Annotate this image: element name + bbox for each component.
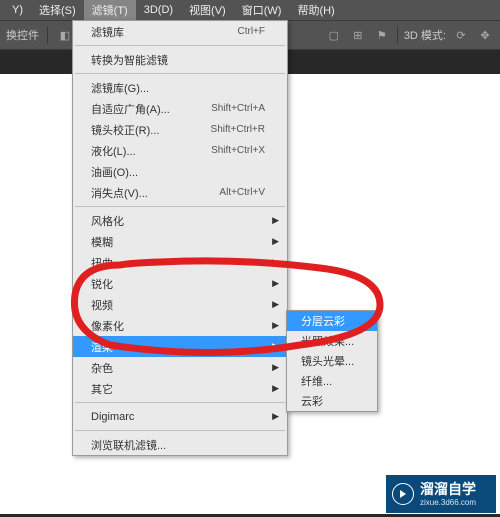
menu-label: 镜头校正(R)... <box>91 122 211 138</box>
menu-noise[interactable]: 杂色 ▶ <box>73 357 287 378</box>
menu-label: 渲染 <box>91 339 265 355</box>
menu-label: 镜头光晕... <box>301 353 367 369</box>
menu-label: 模糊 <box>91 234 265 250</box>
menu-separator <box>75 45 285 46</box>
submenu-lighting-effects[interactable]: 光照效果... <box>287 331 377 351</box>
flag-icon[interactable]: ⚑ <box>373 26 391 44</box>
menu-item-window[interactable]: 窗口(W) <box>234 0 290 20</box>
menu-oil-paint[interactable]: 油画(O)... <box>73 161 287 182</box>
chevron-right-icon: ▶ <box>272 215 279 226</box>
menubar: Y) 选择(S) 滤镜(T) 3D(D) 视图(V) 窗口(W) 帮助(H) <box>0 0 500 20</box>
play-icon <box>392 483 414 505</box>
watermark-url: zixue.3d66.com <box>420 498 476 508</box>
menu-separator <box>75 430 285 431</box>
menu-label: 油画(O)... <box>91 164 265 180</box>
menu-filter-gallery-last[interactable]: 滤镜库 Ctrl+F <box>73 21 287 42</box>
menu-label: 云彩 <box>301 393 367 409</box>
menu-blur[interactable]: 模糊 ▶ <box>73 231 287 252</box>
menu-vanishing-point[interactable]: 消失点(V)... Alt+Ctrl+V <box>73 182 287 203</box>
chevron-right-icon: ▶ <box>272 320 279 331</box>
menu-label: 自适应广角(A)... <box>91 101 211 117</box>
chevron-right-icon: ▶ <box>272 299 279 310</box>
menu-video[interactable]: 视频 ▶ <box>73 294 287 315</box>
render-submenu: 分层云彩 光照效果... 镜头光晕... 纤维... 云彩 <box>286 310 378 412</box>
cube-icon[interactable]: ▢ <box>325 26 343 44</box>
chevron-right-icon: ▶ <box>272 257 279 268</box>
mode-label: 3D 模式: <box>404 27 446 43</box>
menu-separator <box>75 206 285 207</box>
menu-shortcut: Alt+Ctrl+V <box>219 187 265 198</box>
menu-convert-smart[interactable]: 转换为智能滤镜 <box>73 49 287 70</box>
menu-shortcut: Ctrl+F <box>238 26 266 37</box>
menu-label: 滤镜库(G)... <box>91 80 265 96</box>
submenu-lens-flare[interactable]: 镜头光晕... <box>287 351 377 371</box>
menu-adaptive-wide-angle[interactable]: 自适应广角(A)... Shift+Ctrl+A <box>73 98 287 119</box>
menu-label: 转换为智能滤镜 <box>91 52 265 68</box>
menu-shortcut: Shift+Ctrl+R <box>211 124 265 135</box>
menu-item-view[interactable]: 视图(V) <box>181 0 234 20</box>
watermark: 溜溜自学 zixue.3d66.com <box>386 475 496 513</box>
toolbar-left-label: 换控件 <box>6 27 39 43</box>
menu-browse-online[interactable]: 浏览联机滤镜... <box>73 434 287 455</box>
chevron-right-icon: ▶ <box>272 278 279 289</box>
menu-label: 消失点(V)... <box>91 185 219 201</box>
menu-label: 纤维... <box>301 373 367 389</box>
menu-stylize[interactable]: 风格化 ▶ <box>73 210 287 231</box>
menu-label: 浏览联机滤镜... <box>91 437 265 453</box>
toolbar-separator <box>47 26 48 44</box>
menu-item-3d[interactable]: 3D(D) <box>136 2 181 18</box>
menu-liquify[interactable]: 液化(L)... Shift+Ctrl+X <box>73 140 287 161</box>
menu-lens-correction[interactable]: 镜头校正(R)... Shift+Ctrl+R <box>73 119 287 140</box>
menu-shortcut: Shift+Ctrl+A <box>211 103 265 114</box>
pan-icon[interactable]: ✥ <box>476 26 494 44</box>
menu-item-help[interactable]: 帮助(H) <box>289 0 342 20</box>
menu-label: 视频 <box>91 297 265 313</box>
menu-pixelate[interactable]: 像素化 ▶ <box>73 315 287 336</box>
menu-item-y[interactable]: Y) <box>4 2 31 18</box>
menu-label: 分层云彩 <box>301 313 367 329</box>
menu-sharpen[interactable]: 锐化 ▶ <box>73 273 287 294</box>
submenu-difference-clouds[interactable]: 分层云彩 <box>287 311 377 331</box>
menu-other[interactable]: 其它 ▶ <box>73 378 287 399</box>
menu-label: 杂色 <box>91 360 265 376</box>
chevron-right-icon: ▶ <box>272 236 279 247</box>
menu-render[interactable]: 渲染 ▶ <box>73 336 287 357</box>
menu-filter-gallery[interactable]: 滤镜库(G)... <box>73 77 287 98</box>
menu-label: 滤镜库 <box>91 24 238 40</box>
submenu-clouds[interactable]: 云彩 <box>287 391 377 411</box>
menu-label: 风格化 <box>91 213 265 229</box>
chevron-right-icon: ▶ <box>272 341 279 352</box>
menu-label: 光照效果... <box>301 333 367 349</box>
filter-menu: 滤镜库 Ctrl+F 转换为智能滤镜 滤镜库(G)... 自适应广角(A)...… <box>72 20 288 456</box>
watermark-title: 溜溜自学 <box>420 481 476 498</box>
menu-shortcut: Shift+Ctrl+X <box>211 145 265 156</box>
menu-label: 像素化 <box>91 318 265 334</box>
menu-label: 液化(L)... <box>91 143 211 159</box>
menu-label: 锐化 <box>91 276 265 292</box>
chevron-right-icon: ▶ <box>272 362 279 373</box>
toolbar-separator <box>397 26 398 44</box>
submenu-fibers[interactable]: 纤维... <box>287 371 377 391</box>
menu-item-filter[interactable]: 滤镜(T) <box>84 0 136 20</box>
chevron-right-icon: ▶ <box>272 383 279 394</box>
menu-item-select[interactable]: 选择(S) <box>31 0 84 20</box>
grid-icon[interactable]: ⊞ <box>349 26 367 44</box>
menu-separator <box>75 73 285 74</box>
menu-label: Digimarc <box>91 411 265 423</box>
menu-digimarc[interactable]: Digimarc ▶ <box>73 406 287 427</box>
menu-label: 扭曲 <box>91 255 265 271</box>
menu-separator <box>75 402 285 403</box>
chevron-right-icon: ▶ <box>272 411 279 422</box>
orbit-icon[interactable]: ⟳ <box>452 26 470 44</box>
menu-distort[interactable]: 扭曲 ▶ <box>73 252 287 273</box>
menu-label: 其它 <box>91 381 265 397</box>
